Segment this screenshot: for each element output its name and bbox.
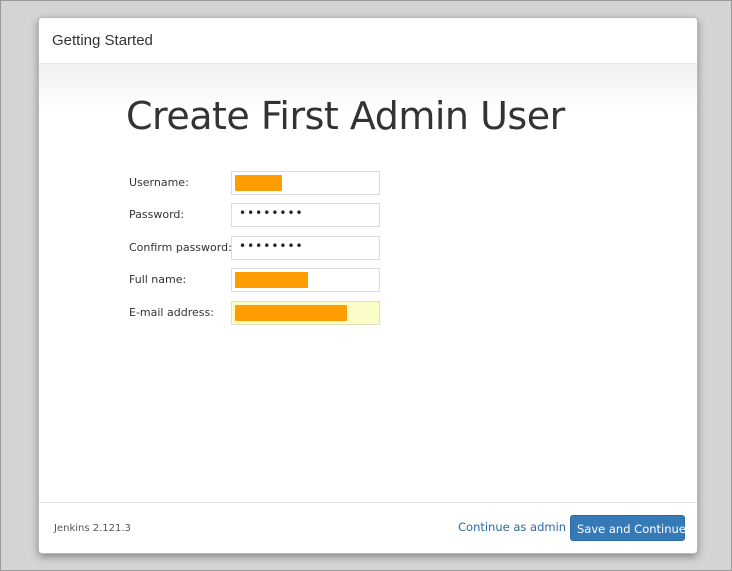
redacted-value — [235, 272, 308, 288]
username-label: Username: — [129, 176, 189, 189]
email-row: E-mail address: — [129, 301, 389, 325]
dialog-title: Getting Started — [52, 32, 153, 49]
confirm-password-label: Confirm password: — [129, 241, 232, 254]
dialog-footer: Jenkins 2.121.3 Continue as admin Save a… — [39, 502, 697, 553]
full-name-input[interactable] — [231, 268, 380, 292]
setup-wizard-dialog: Getting Started Create First Admin User … — [38, 17, 698, 554]
save-and-continue-button[interactable]: Save and Continue — [570, 515, 686, 541]
full-name-label: Full name: — [129, 273, 187, 286]
full-name-row: Full name: — [129, 268, 389, 292]
dialog-header: Getting Started — [39, 18, 697, 64]
username-row: Username: — [129, 171, 389, 195]
confirm-password-masked-value: •••••••• — [239, 239, 304, 253]
password-label: Password: — [129, 208, 185, 221]
confirm-password-row: Confirm password: •••••••• — [129, 236, 389, 260]
redacted-value — [235, 305, 347, 321]
email-input[interactable] — [231, 301, 380, 325]
redacted-value — [235, 175, 282, 191]
password-input[interactable]: •••••••• — [231, 203, 380, 227]
page-title: Create First Admin User — [126, 94, 565, 138]
password-row: Password: •••••••• — [129, 203, 389, 227]
email-label: E-mail address: — [129, 306, 214, 319]
confirm-password-input[interactable]: •••••••• — [231, 236, 380, 260]
dialog-body: Create First Admin User Username: Passwo… — [39, 64, 697, 501]
password-masked-value: •••••••• — [239, 206, 304, 220]
continue-as-admin-link[interactable]: Continue as admin — [458, 520, 566, 534]
version-label: Jenkins 2.121.3 — [54, 523, 131, 534]
username-input[interactable] — [231, 171, 380, 195]
